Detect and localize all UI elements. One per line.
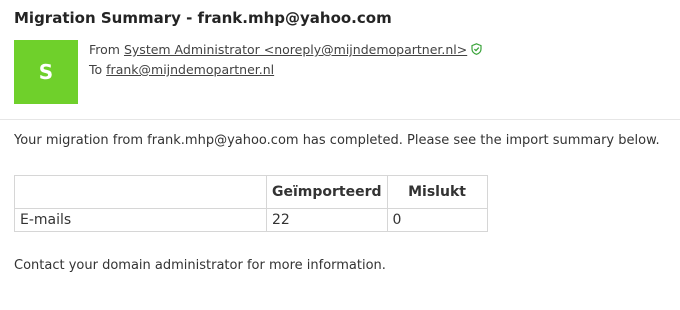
table-cell-imported: 22: [266, 208, 388, 232]
footer-text: Contact your domain administrator for mo…: [14, 258, 386, 273]
header-divider: [0, 119, 680, 120]
intro-text: Your migration from frank.mhp@yahoo.com …: [14, 133, 660, 148]
table-header-imported: Geïmporteerd: [266, 175, 388, 209]
shield-check-icon: [471, 43, 482, 58]
from-label: From: [89, 42, 120, 57]
from-line: From System Administrator <noreply@mijnd…: [89, 42, 482, 58]
email-subject: Migration Summary - frank.mhp@yahoo.com: [14, 9, 392, 27]
table-cell-failed: 0: [386, 208, 488, 232]
table-cell-category: E-mails: [14, 208, 267, 232]
recipient-link[interactable]: frank@mijndemopartner.nl: [106, 62, 274, 77]
avatar-letter: S: [38, 60, 54, 84]
sender-link[interactable]: System Administrator <noreply@mijndemopa…: [124, 42, 467, 57]
to-line: To frank@mijndemopartner.nl: [89, 62, 274, 77]
table-row: E-mails 22 0: [14, 208, 488, 232]
avatar: S: [14, 40, 78, 104]
import-summary-table: Geïmporteerd Mislukt E-mails 22 0: [14, 175, 488, 232]
table-header-empty: [14, 175, 267, 209]
table-header-failed: Mislukt: [386, 175, 488, 209]
to-label: To: [89, 62, 103, 77]
table-header-row: Geïmporteerd Mislukt: [14, 175, 488, 209]
